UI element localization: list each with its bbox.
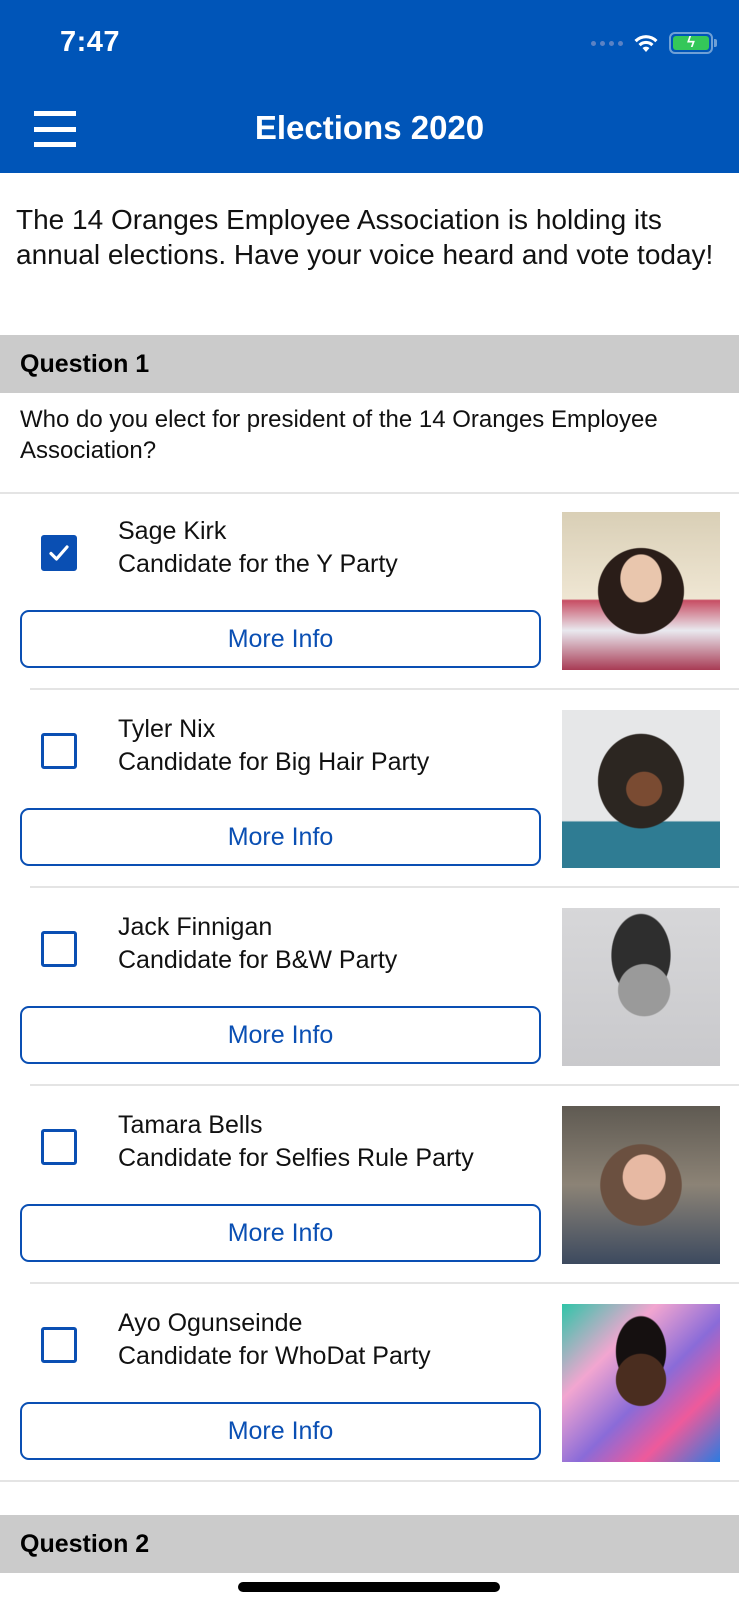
- candidate-party: Candidate for the Y Party: [118, 550, 398, 578]
- question-1-label: Question 1: [20, 350, 150, 378]
- question-1-header: Question 1: [0, 335, 739, 393]
- battery-charging-icon: ϟ: [669, 32, 717, 54]
- wifi-icon: [634, 35, 658, 52]
- candidate-name: Ayo Ogunseinde: [118, 1309, 303, 1337]
- cellular-signal-icon: [591, 40, 623, 46]
- vote-checkbox-checked[interactable]: [41, 535, 77, 571]
- more-info-button[interactable]: More Info: [20, 1402, 541, 1460]
- question-1-text: Who do you elect for president of the 14…: [20, 406, 658, 464]
- candidate-row: Jack Finnigan Candidate for B&W Party Mo…: [0, 888, 739, 1086]
- status-time: 7:47: [60, 26, 121, 58]
- intro-text: The 14 Oranges Employee Association is h…: [16, 204, 714, 270]
- candidate-row: Ayo Ogunseinde Candidate for WhoDat Part…: [0, 1284, 739, 1482]
- checkmark-icon: [49, 545, 69, 561]
- candidate-photo: [562, 908, 720, 1066]
- more-info-button[interactable]: More Info: [20, 1006, 541, 1064]
- vote-checkbox[interactable]: [41, 1327, 77, 1363]
- candidate-party: Candidate for B&W Party: [118, 946, 398, 974]
- question-2-header: Question 2: [0, 1515, 739, 1573]
- candidate-party: Candidate for Big Hair Party: [118, 748, 430, 776]
- candidate-party: Candidate for WhoDat Party: [118, 1342, 431, 1370]
- vote-checkbox[interactable]: [41, 1129, 77, 1165]
- divider: [0, 1480, 739, 1482]
- candidate-row: Tamara Bells Candidate for Selfies Rule …: [0, 1086, 739, 1284]
- candidate-photo: [562, 1304, 720, 1462]
- more-info-button[interactable]: More Info: [20, 1204, 541, 1262]
- candidate-name: Sage Kirk: [118, 517, 227, 545]
- candidate-name: Tamara Bells: [118, 1111, 263, 1139]
- status-icons: ϟ: [591, 32, 717, 54]
- candidate-row: Tyler Nix Candidate for Big Hair Party M…: [0, 690, 739, 888]
- candidate-name: Jack Finnigan: [118, 913, 273, 941]
- candidate-row: Sage Kirk Candidate for the Y Party More…: [0, 492, 739, 690]
- more-info-button[interactable]: More Info: [20, 808, 541, 866]
- vote-checkbox[interactable]: [41, 733, 77, 769]
- candidate-photo: [562, 512, 720, 670]
- vote-checkbox[interactable]: [41, 931, 77, 967]
- app-header: 7:47 ϟ Elections 2020: [0, 0, 739, 173]
- question-2-label: Question 2: [20, 1530, 150, 1558]
- page-title: Elections 2020: [254, 109, 485, 146]
- more-info-button[interactable]: More Info: [20, 610, 541, 668]
- candidate-photo: [562, 710, 720, 868]
- candidate-party: Candidate for Selfies Rule Party: [118, 1144, 474, 1172]
- candidate-photo: [562, 1106, 720, 1264]
- home-indicator[interactable]: [238, 1582, 500, 1592]
- candidate-name: Tyler Nix: [118, 715, 216, 743]
